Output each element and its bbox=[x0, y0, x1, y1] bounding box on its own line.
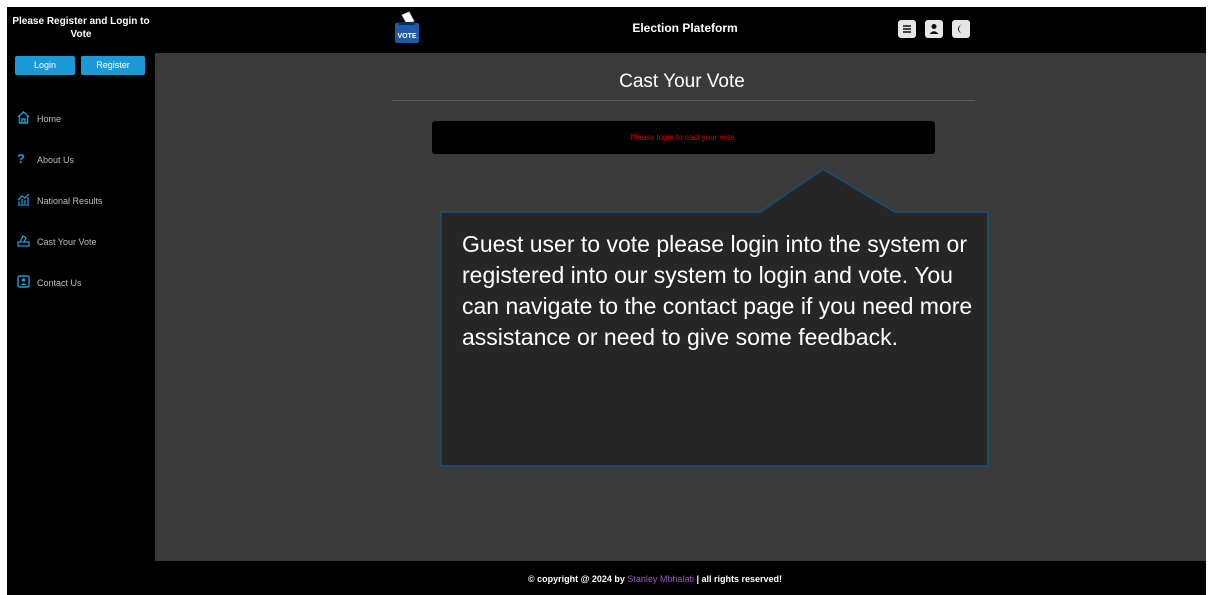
sidebar-item-label: Contact Us bbox=[37, 278, 82, 288]
copyright-line: © copyright @ 2024 by Stanley Mbhalati |… bbox=[155, 574, 1155, 584]
vote-logo[interactable]: VOTE bbox=[392, 11, 422, 45]
sidebar-item-label: Cast Your Vote bbox=[37, 237, 97, 247]
alert-message: Please login to cast your vote. bbox=[630, 133, 737, 142]
copyright-suffix: | all rights reserved! bbox=[696, 574, 783, 584]
sidebar-item-cast-vote[interactable]: Cast Your Vote bbox=[7, 232, 155, 254]
sidebar-item-national-results[interactable]: National Results bbox=[7, 191, 155, 213]
sidebar: Please Register and Login to Vote Login … bbox=[7, 7, 155, 595]
question-icon: ? bbox=[17, 151, 25, 166]
sidebar-item-home[interactable]: Home bbox=[7, 109, 155, 131]
title-divider bbox=[392, 100, 975, 101]
app-title: Election Plateform bbox=[632, 21, 738, 35]
sidebar-item-contact[interactable]: Contact Us bbox=[7, 273, 155, 295]
sidebar-item-label: About Us bbox=[37, 155, 75, 165]
login-button[interactable]: Login bbox=[15, 56, 75, 75]
sidebar-item-label: Home bbox=[37, 114, 62, 124]
page-title: Cast Your Vote bbox=[619, 71, 745, 92]
home-icon bbox=[17, 111, 30, 124]
dark-mode-button[interactable] bbox=[952, 20, 970, 38]
chart-icon bbox=[17, 193, 30, 206]
footer: © copyright @ 2024 by Stanley Mbhalati |… bbox=[155, 561, 1206, 595]
copyright-prefix: © copyright @ 2024 by bbox=[527, 574, 625, 584]
callout-text: Guest user to vote please login into the… bbox=[462, 231, 973, 350]
user-icon bbox=[925, 24, 943, 42]
menu-button[interactable] bbox=[898, 20, 916, 38]
sidebar-item-label: National Results bbox=[37, 196, 103, 206]
app-frame: Please Register and Login to Vote Login … bbox=[7, 7, 1206, 595]
login-required-alert: Please login to cast your vote. bbox=[432, 121, 935, 154]
author-link[interactable]: Stanley Mbhalati bbox=[627, 574, 694, 584]
contact-card-icon bbox=[17, 275, 30, 288]
logo-text: VOTE bbox=[397, 33, 416, 40]
top-bar: VOTE Election Plateform bbox=[155, 7, 1206, 53]
moon-icon bbox=[952, 24, 970, 42]
sidebar-item-about[interactable]: ? About Us bbox=[7, 150, 155, 172]
user-button[interactable] bbox=[925, 20, 943, 38]
register-button[interactable]: Register bbox=[81, 56, 145, 75]
hamburger-icon bbox=[898, 25, 916, 42]
ballot-icon bbox=[17, 234, 30, 247]
sidebar-title: Please Register and Login to Vote bbox=[12, 16, 150, 40]
